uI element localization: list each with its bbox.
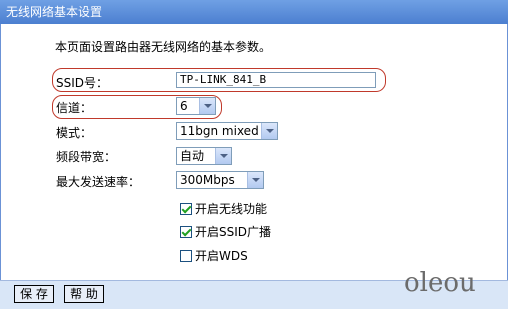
channel-label: 信道： xyxy=(56,101,93,115)
chevron-down-icon[interactable] xyxy=(215,148,231,164)
window-titlebar: 无线网络基本设置 xyxy=(0,0,508,24)
channel-select-value: 6 xyxy=(180,99,188,113)
bandwidth-label: 频段带宽： xyxy=(56,150,117,164)
bandwidth-select[interactable]: 自动 xyxy=(176,147,232,165)
chevron-down-icon[interactable] xyxy=(247,172,263,188)
checkbox-label: 开启SSID广播 xyxy=(195,225,272,239)
checkbox-row-wds[interactable]: 开启WDS xyxy=(180,247,248,264)
ssid-label: SSID号： xyxy=(56,76,109,90)
checkbox-label: 开启WDS xyxy=(195,249,248,263)
mode-select-value: 11bgn mixed xyxy=(180,124,259,138)
mode-label: 模式： xyxy=(56,126,93,140)
checkbox-row-wireless[interactable]: 开启无线功能 xyxy=(180,200,267,217)
checkbox-ssid-broadcast[interactable] xyxy=(180,226,192,238)
help-button[interactable]: 帮 助 xyxy=(64,285,104,303)
ssid-input[interactable]: TP-LINK_841_B xyxy=(176,72,376,88)
checkbox-enable-wireless[interactable] xyxy=(180,203,192,215)
max-rate-label: 最大发送速率： xyxy=(56,175,141,189)
page-title: 无线网络基本设置 xyxy=(6,5,103,19)
max-rate-select[interactable]: 300Mbps xyxy=(176,171,264,189)
page-description: 本页面设置路由器无线网络的基本参数。 xyxy=(55,40,272,54)
channel-select[interactable]: 6 xyxy=(176,97,216,115)
mode-select[interactable]: 11bgn mixed xyxy=(176,122,278,140)
bandwidth-select-value: 自动 xyxy=(180,149,205,163)
checkbox-label: 开启无线功能 xyxy=(195,202,268,216)
chevron-down-icon[interactable] xyxy=(199,98,215,114)
chevron-down-icon[interactable] xyxy=(261,123,277,139)
checkbox-enable-wds[interactable] xyxy=(180,250,192,262)
checkbox-row-ssid-broadcast[interactable]: 开启SSID广播 xyxy=(180,223,271,240)
watermark-text: oleou xyxy=(404,268,476,298)
save-button[interactable]: 保 存 xyxy=(14,285,54,303)
max-rate-select-value: 300Mbps xyxy=(180,173,235,187)
